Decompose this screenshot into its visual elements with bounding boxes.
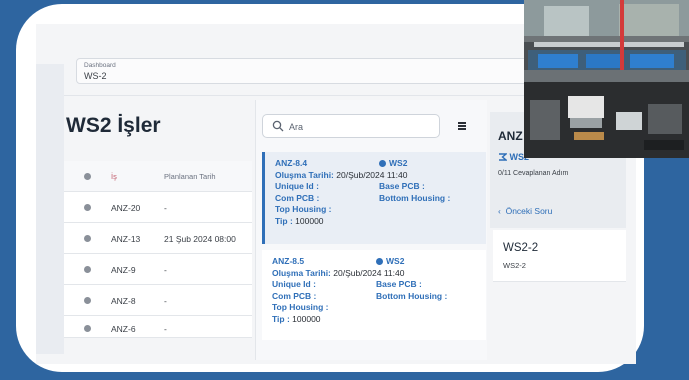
sidebar-strip: [36, 64, 64, 354]
search-placeholder: Ara: [289, 122, 304, 132]
planned-date: -: [164, 203, 167, 213]
bottom-housing-label: Bottom Housing :: [379, 192, 451, 203]
top-housing-label: Top Housing :: [275, 204, 332, 215]
tip-value: 100000: [295, 215, 324, 226]
job-card[interactable]: ANZ-8.4 WS2 Oluşma Tarihi: 20/Şub/2024 1…: [262, 152, 486, 244]
table-row[interactable]: ANZ-6 -: [64, 316, 252, 338]
column-header-date[interactable]: Planlanan Tarih: [164, 172, 216, 181]
tip-label: Tip :: [272, 313, 290, 324]
search-icon: [272, 120, 284, 132]
created-value: 20/Şub/2024 11:40: [336, 169, 408, 180]
previous-question-link[interactable]: ‹ Önceki Soru: [498, 206, 552, 216]
base-pcb-label: Base PCB :: [379, 181, 425, 192]
previous-question-label: Önceki Soru: [505, 206, 553, 216]
table-row[interactable]: ANZ-9 -: [64, 254, 252, 285]
top-housing-label: Top Housing :: [272, 302, 329, 313]
created-label: Oluşma Tarihi:: [275, 169, 334, 180]
job-id: ANZ-20: [111, 203, 141, 213]
workstation-badge: WS2: [379, 158, 407, 170]
planned-date: 21 Şub 2024 08:00: [164, 234, 236, 244]
status-dot-icon: [84, 325, 91, 332]
header-divider: [64, 95, 534, 96]
status-dot-icon: [84, 266, 91, 273]
table-row[interactable]: ANZ-8 -: [64, 285, 252, 316]
workstation-badge: WS2: [376, 256, 404, 268]
breadcrumb-current: WS-2: [84, 71, 107, 81]
job-id: ANZ-9: [111, 265, 136, 275]
workstation-photo: [524, 0, 689, 158]
ws-dot-icon: [376, 257, 383, 265]
job-code: ANZ-8.4: [275, 158, 308, 168]
created-value: 20/Şub/2024 11:40: [333, 267, 405, 278]
status-dot-icon: [84, 235, 91, 242]
unique-id-label: Unique Id :: [272, 279, 316, 290]
menu-icon[interactable]: [458, 122, 466, 130]
base-pcb-label: Base PCB :: [376, 279, 422, 290]
table-header-row: İş Planlanan Tarih: [64, 161, 252, 192]
workstation-label: WS2: [389, 158, 408, 168]
step-subtitle: WS2-2: [503, 261, 526, 270]
step-item[interactable]: WS2-2 WS2-2: [493, 230, 626, 282]
bottom-housing-label: Bottom Housing :: [376, 290, 448, 301]
com-pcb-label: Com PCB :: [275, 192, 320, 203]
workstation-icon: [499, 153, 508, 161]
job-card[interactable]: ANZ-8.5 WS2 Oluşma Tarihi: 20/Şub/2024 1…: [262, 250, 486, 340]
job-id: ANZ-8: [111, 296, 136, 306]
ws-dot-icon: [379, 159, 386, 167]
workstation-photo-image: [524, 0, 689, 158]
table-row[interactable]: ANZ-13 21 Şub 2024 08:00: [64, 223, 252, 254]
frame-edge: [644, 158, 689, 380]
status-dot-icon: [84, 173, 91, 180]
answered-steps: 0/11 Cevaplanan Adım: [498, 170, 569, 177]
job-id: ANZ-13: [111, 234, 141, 244]
page-title: WS2 İşler: [66, 114, 161, 137]
step-title: WS2-2: [503, 242, 539, 254]
planned-date: -: [164, 265, 167, 275]
step-panel-title: ANZ: [498, 129, 523, 143]
tip-label: Tip :: [275, 215, 293, 226]
table-row[interactable]: ANZ-20 -: [64, 192, 252, 223]
jobs-table: İş Planlanan Tarih ANZ-20 - ANZ-13 21 Şu…: [64, 161, 252, 338]
created-label: Oluşma Tarihi:: [272, 267, 331, 278]
tip-value: 100000: [292, 313, 321, 324]
planned-date: -: [164, 296, 167, 306]
search-input[interactable]: Ara: [262, 114, 440, 138]
breadcrumb-parent[interactable]: Dashboard: [84, 62, 116, 69]
breadcrumb: Dashboard WS-2: [76, 58, 546, 84]
status-dot-icon: [84, 297, 91, 304]
planned-date: -: [164, 324, 167, 334]
com-pcb-label: Com PCB :: [272, 290, 317, 301]
workstation-label: WS2: [386, 256, 405, 266]
column-header-is[interactable]: İş: [111, 172, 117, 181]
unique-id-label: Unique Id :: [275, 181, 319, 192]
chevron-left-icon: ‹: [498, 206, 501, 216]
job-id: ANZ-6: [111, 324, 136, 334]
job-code: ANZ-8.5: [272, 256, 305, 266]
status-dot-icon: [84, 204, 91, 211]
